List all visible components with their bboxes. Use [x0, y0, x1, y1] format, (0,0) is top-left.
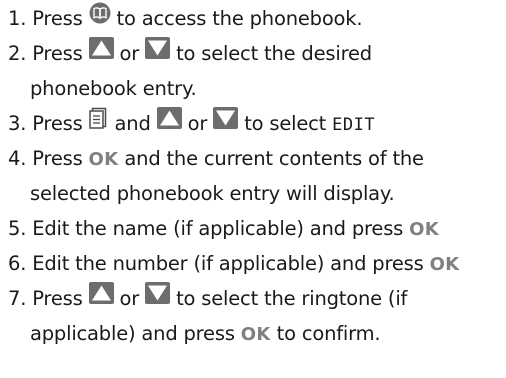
step-4-continued: selected phonebook entry will display. [30, 179, 395, 209]
step-text: to access the phonebook. [116, 7, 363, 30]
step-number: 5. [8, 217, 27, 240]
down-arrow-icon [213, 107, 239, 138]
step-5: 5. Edit the name (if applicable) and pre… [8, 214, 439, 244]
up-arrow-icon [88, 37, 114, 68]
step-text: or [119, 42, 140, 65]
step-text: phonebook entry. [30, 77, 197, 100]
step-number: 2. [8, 42, 27, 65]
ok-key-label: OK [240, 324, 271, 345]
step-number: 1. [8, 7, 27, 30]
ok-key-label: OK [88, 149, 119, 170]
step-number: 6. [8, 252, 27, 275]
display-text-edit: EDIT [332, 115, 376, 135]
step-text: and the current contents of the [124, 147, 424, 170]
step-text: selected phonebook entry will display. [30, 182, 395, 205]
ok-key-label: OK [409, 219, 440, 240]
step-4: 4. Press OK and the current contents of … [8, 144, 424, 174]
up-arrow-icon [88, 282, 114, 313]
step-text: to select [244, 112, 327, 135]
step-text: to select the ringtone (if [176, 287, 408, 310]
step-text: and [114, 112, 151, 135]
step-text: or [119, 287, 140, 310]
step-number: 7. [8, 287, 27, 310]
down-arrow-icon [145, 37, 171, 68]
step-6: 6. Edit the number (if applicable) and p… [8, 249, 459, 279]
step-text: Press [32, 287, 83, 310]
down-arrow-icon [145, 282, 171, 313]
step-text: Press [32, 147, 83, 170]
step-3: 3. Press and or to select EDIT [8, 107, 376, 139]
step-2-continued: phonebook entry. [30, 74, 197, 104]
up-arrow-icon [156, 107, 182, 138]
step-text: Press [32, 7, 83, 30]
menu-icon [88, 107, 109, 138]
step-text: Press [32, 112, 83, 135]
step-text: Press [32, 42, 83, 65]
step-7: 7. Press or to select the ringtone (if [8, 282, 408, 314]
step-text: Edit the number (if applicable) and pres… [32, 252, 424, 275]
step-2: 2. Press or to select the desired [8, 37, 372, 69]
step-text: applicable) and press [30, 322, 235, 345]
step-7-continued: applicable) and press OK to confirm. [30, 319, 381, 349]
phonebook-icon [89, 2, 111, 33]
step-text: to select the desired [176, 42, 372, 65]
step-1: 1. Press to access the phonebook. [8, 2, 363, 34]
step-text: to confirm. [276, 322, 381, 345]
step-text: Edit the name (if applicable) and press [32, 217, 404, 240]
ok-key-label: OK [429, 254, 460, 275]
step-number: 3. [8, 112, 27, 135]
step-number: 4. [8, 147, 27, 170]
step-text: or [187, 112, 208, 135]
